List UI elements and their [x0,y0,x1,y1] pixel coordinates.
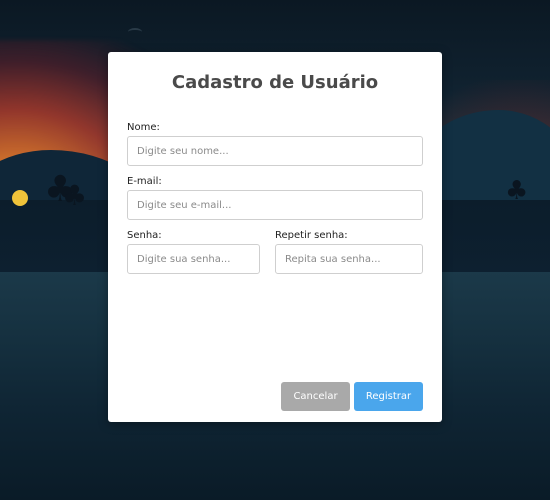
palm-tree-icon: ♣ [505,176,529,206]
bird-icon [128,28,142,36]
cancel-button[interactable]: Cancelar [281,382,350,411]
password-confirm-label: Repetir senha: [275,230,348,241]
modal-title: Cadastro de Usuário [171,72,379,93]
name-label: Nome: [127,122,160,133]
password-confirm-input[interactable] [275,244,423,274]
sun-icon [12,190,28,206]
register-button[interactable]: Registrar [354,382,423,411]
registration-modal: Cadastro de Usuário Nome: E-mail: Senha:… [108,52,442,422]
password-label: Senha: [127,230,162,241]
email-label: E-mail: [127,176,162,187]
password-input[interactable] [127,244,260,274]
email-input[interactable] [127,190,423,220]
palm-tree-icon: ♣ [62,179,88,212]
name-input[interactable] [127,136,423,166]
